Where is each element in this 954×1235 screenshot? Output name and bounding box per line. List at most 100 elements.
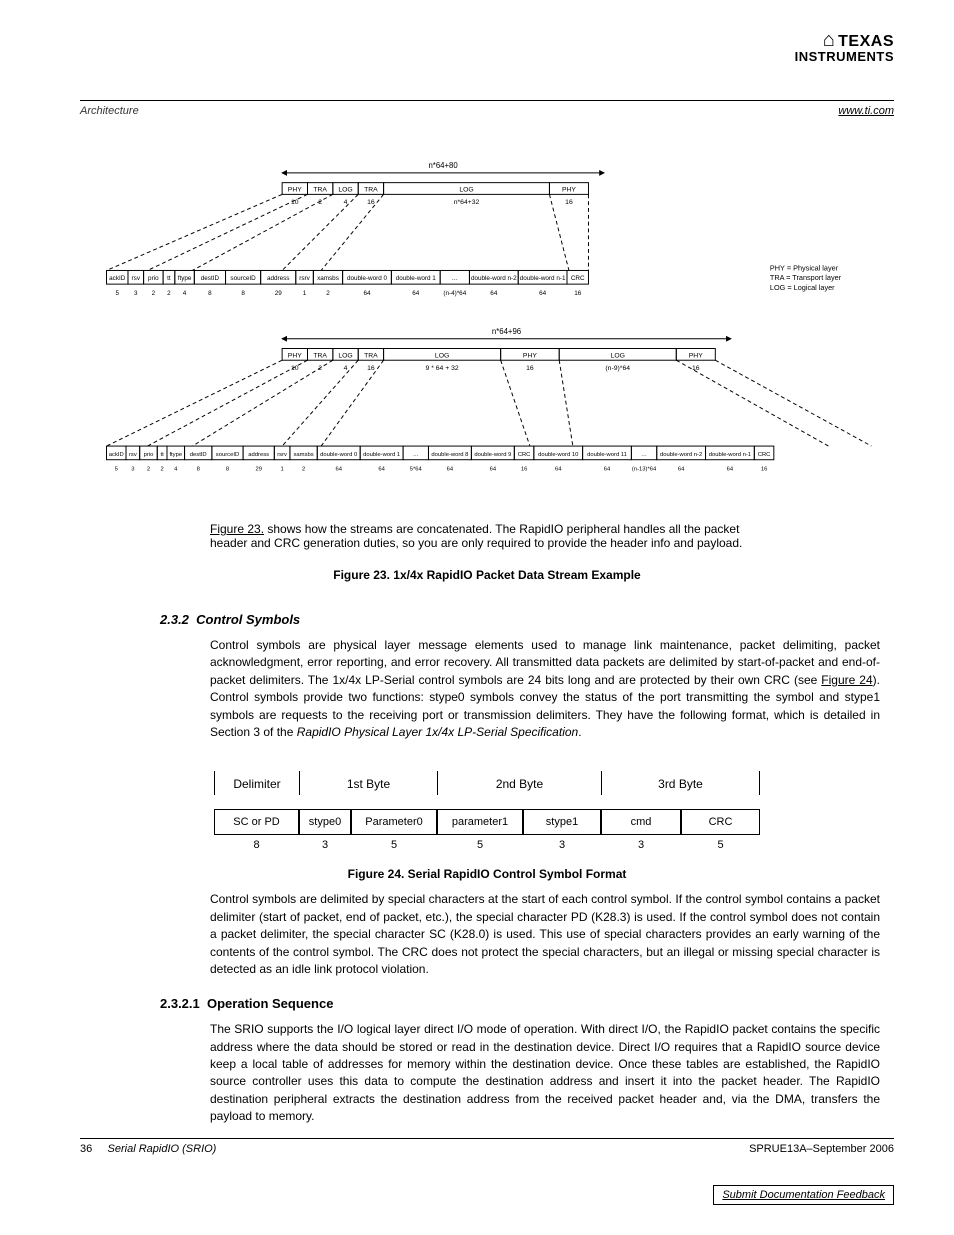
b-scpd: 8 [214, 835, 299, 855]
control-symbol-table: Delimiter 1st Byte 2nd Byte 3rd Byte SC … [214, 771, 760, 855]
f-cmd: cmd [601, 809, 681, 835]
svg-text:PHY: PHY [523, 352, 537, 359]
svg-text:5: 5 [115, 290, 119, 297]
footer-pagenum: 36 [80, 1143, 92, 1155]
svg-text:2: 2 [160, 466, 163, 472]
hdr-1st-byte: 1st Byte [299, 771, 437, 795]
svg-text:8: 8 [208, 290, 212, 297]
para-control-symbols-1: Control symbols are physical layer messa… [210, 637, 880, 741]
para-operation-sequence: The SRIO supports the I/O logical layer … [210, 1021, 880, 1125]
svg-text:1: 1 [303, 290, 307, 297]
svg-text:…: … [452, 275, 458, 282]
logo-top-text: TEXAS [838, 33, 894, 50]
section-2-3-2-1: 2.3.2.1 Operation Sequence [160, 996, 894, 1011]
svg-text:…: … [641, 452, 647, 458]
svg-text:16: 16 [367, 199, 375, 206]
svg-text:sourceID: sourceID [216, 452, 239, 458]
b-param0: 5 [351, 835, 437, 855]
svg-text:ackID: ackID [109, 275, 126, 282]
svg-text:double-word n-1: double-word n-1 [520, 275, 566, 282]
svg-text:2: 2 [147, 466, 150, 472]
header-left: Architecture [80, 105, 139, 117]
svg-text:2: 2 [152, 290, 156, 297]
figure24-link[interactable]: Figure 24 [821, 673, 872, 687]
svg-text:xamsbs: xamsbs [294, 452, 314, 458]
svg-text:16: 16 [526, 365, 534, 372]
svg-text:(n-4)*64: (n-4)*64 [443, 290, 466, 297]
figure-23: n*64+80 PHY TRA LOG TRA LOG PHY 10 2 4 1… [80, 149, 894, 512]
svg-text:double-word n-2: double-word n-2 [660, 452, 702, 458]
svg-text:64: 64 [555, 466, 562, 472]
svg-text:PHY: PHY [288, 352, 302, 359]
svg-text:n*64+80: n*64+80 [428, 161, 458, 170]
svg-text:prio: prio [144, 452, 154, 458]
svg-text:LOG: LOG [338, 352, 352, 359]
svg-text:LOG: LOG [338, 186, 352, 193]
b-crc: 5 [681, 835, 760, 855]
svg-text:tt: tt [167, 275, 171, 282]
svg-text:CRC: CRC [758, 452, 771, 458]
svg-text:double-word 1: double-word 1 [396, 275, 437, 282]
svg-text:rsrv: rsrv [299, 275, 310, 282]
svg-text:TRA: TRA [364, 352, 378, 359]
svg-text:5: 5 [115, 466, 118, 472]
svg-text:double-word 9: double-word 9 [474, 452, 511, 458]
svg-text:CRC: CRC [571, 275, 585, 282]
footer-right: SPRUE13A–September 2006 [749, 1143, 894, 1155]
svg-text:address: address [248, 452, 269, 458]
svg-text:PHY: PHY [689, 352, 703, 359]
svg-text:16: 16 [761, 466, 768, 472]
svg-text:2: 2 [318, 199, 322, 206]
svg-text:64: 64 [539, 290, 547, 297]
svg-text:64: 64 [447, 466, 454, 472]
svg-text:3: 3 [131, 466, 134, 472]
section-2-3-2: 2.3.2 Control Symbols [160, 612, 894, 627]
svg-text:TRA: TRA [313, 352, 327, 359]
svg-text:tt: tt [160, 452, 164, 458]
feedback-link[interactable]: Submit Documentation Feedback [713, 1185, 894, 1205]
svg-text:16: 16 [574, 290, 582, 297]
figure23-para-a: shows how the streams are concatenated. … [264, 522, 739, 536]
footer-center: Serial RapidIO (SRIO) [108, 1143, 217, 1155]
svg-text:8: 8 [226, 466, 229, 472]
svg-text:PHY: PHY [562, 186, 576, 193]
ti-logo: ⌂ TEXAS INSTRUMENTS [795, 30, 894, 63]
svg-text:destID: destID [201, 275, 220, 282]
svg-text:address: address [267, 275, 290, 282]
page-footer: 36 Serial RapidIO (SRIO) SPRUE13A–Septem… [80, 1132, 894, 1205]
f-param0: Parameter0 [351, 809, 437, 835]
para-control-symbols-2: Control symbols are delimited by special… [210, 891, 880, 978]
svg-text:CRC: CRC [518, 452, 531, 458]
svg-text:LOG = Logical layer: LOG = Logical layer [770, 283, 835, 292]
page-header: Architecture www.ti.com [80, 105, 894, 119]
svg-text:64: 64 [335, 466, 342, 472]
svg-text:16: 16 [367, 365, 375, 372]
svg-text:prio: prio [148, 275, 159, 282]
svg-text:double-word 1: double-word 1 [363, 452, 400, 458]
svg-text:4: 4 [183, 290, 187, 297]
svg-text:LOG: LOG [459, 186, 473, 193]
svg-text:sourceID: sourceID [230, 275, 256, 282]
svg-text:(n-9)*64: (n-9)*64 [605, 365, 630, 372]
svg-text:PHY: PHY [288, 186, 302, 193]
hdr-delimiter: Delimiter [214, 771, 299, 795]
svg-text:64: 64 [490, 290, 498, 297]
figure23-caption-para: Figure 23. shows how the streams are con… [210, 522, 894, 550]
svg-text:TRA = Transport layer: TRA = Transport layer [770, 273, 842, 282]
svg-text:double-word n-1: double-word n-1 [709, 452, 751, 458]
svg-text:16: 16 [521, 466, 528, 472]
svg-text:64: 64 [378, 466, 385, 472]
b-param1: 5 [437, 835, 523, 855]
svg-text:ackID: ackID [109, 452, 124, 458]
svg-text:PHY = Physical layer: PHY = Physical layer [770, 263, 839, 272]
svg-text:16: 16 [565, 199, 573, 206]
figure23-link[interactable]: Figure 23. [210, 522, 264, 536]
chip-icon: ⌂ [823, 29, 835, 51]
figure24-caption: Figure 24. Serial RapidIO Control Symbol… [80, 867, 894, 881]
figure23-caption: Figure 23. 1x/4x RapidIO Packet Data Str… [80, 568, 894, 582]
svg-text:ftype: ftype [169, 452, 182, 458]
header-url[interactable]: www.ti.com [838, 105, 894, 117]
svg-text:destID: destID [190, 452, 207, 458]
svg-text:double-word 11: double-word 11 [587, 452, 627, 458]
b-stype1: 3 [523, 835, 601, 855]
